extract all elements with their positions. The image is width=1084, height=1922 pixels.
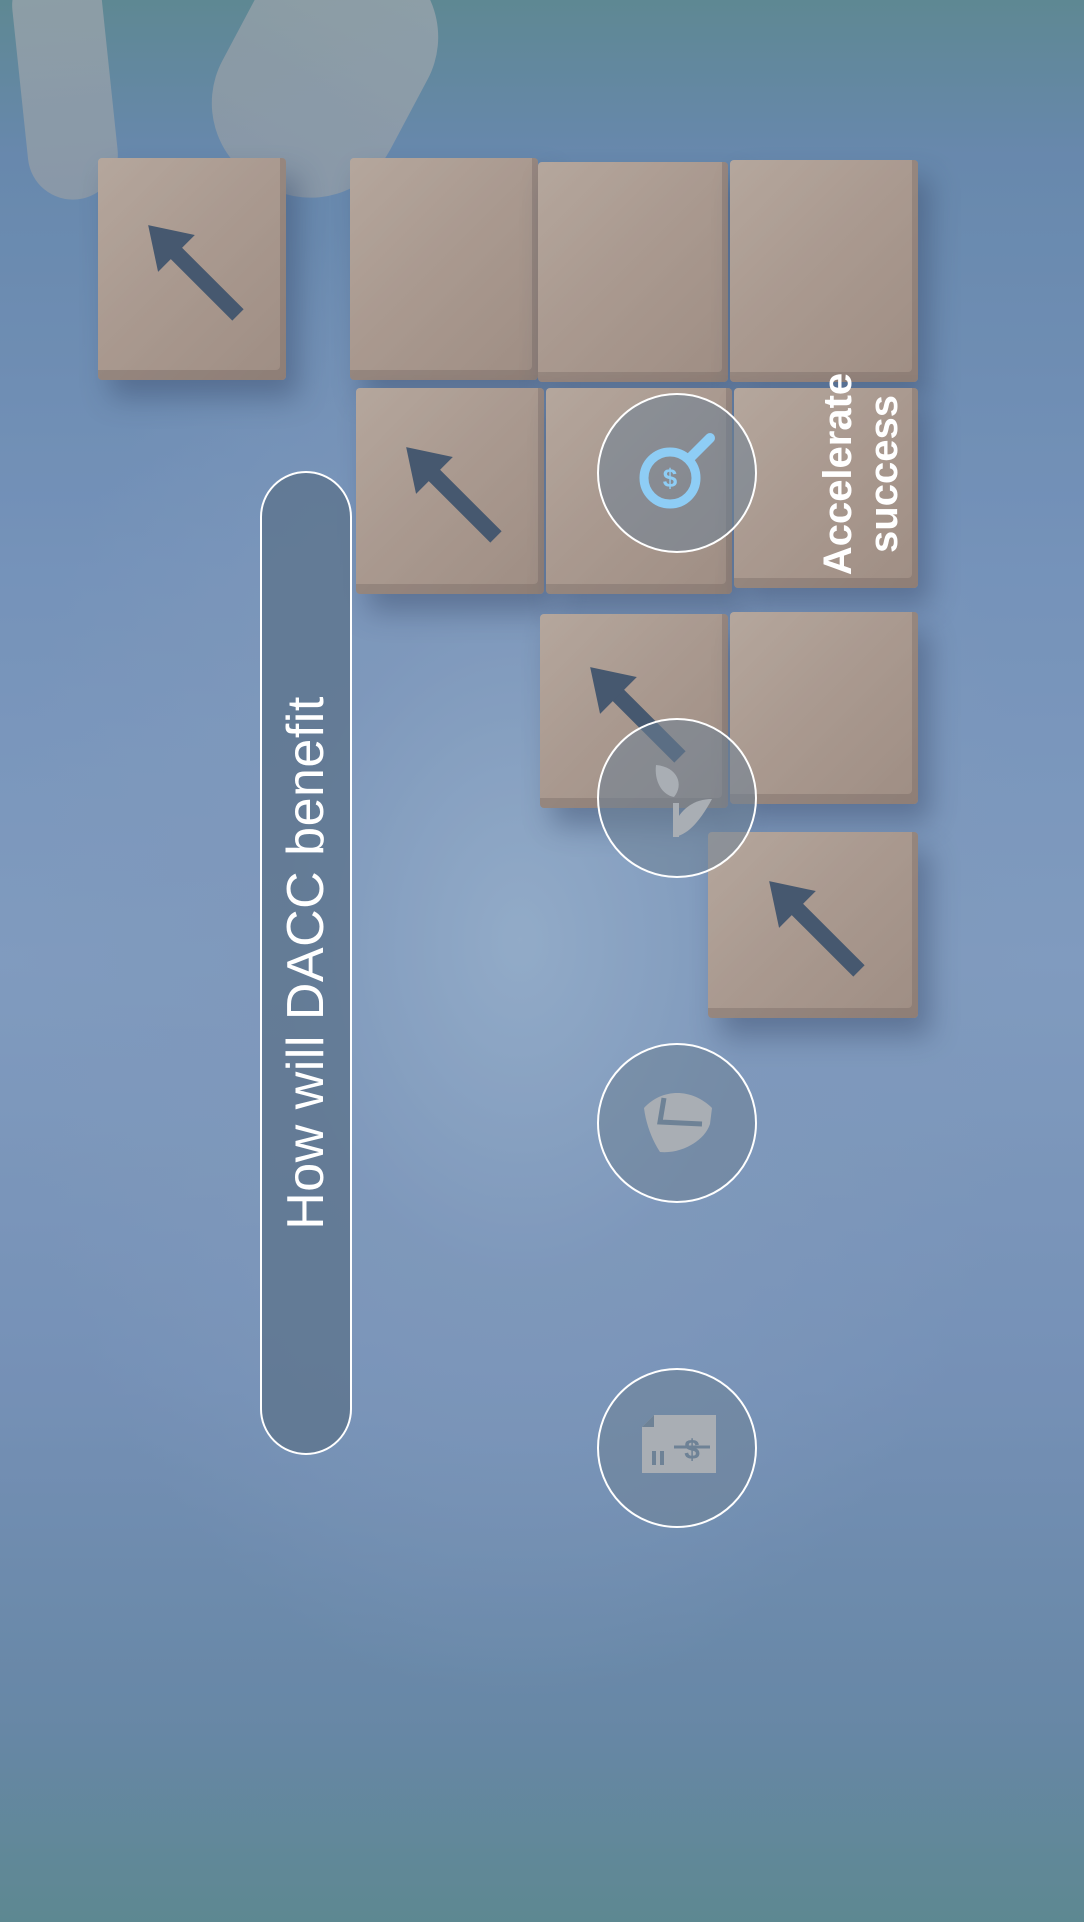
svg-text:$: $ bbox=[684, 1434, 700, 1465]
shield-icon bbox=[644, 1093, 712, 1153]
slide: How will DACC benefit $ $ Accelerate suc… bbox=[0, 0, 1084, 1922]
arrow-icon bbox=[406, 447, 502, 543]
question-text: How will DACC benefit bbox=[277, 696, 335, 1230]
background-photo bbox=[0, 0, 1084, 1922]
wooden-block bbox=[708, 832, 918, 1018]
wooden-block bbox=[730, 612, 918, 804]
benefit-circle-accelerate[interactable]: $ bbox=[597, 393, 757, 553]
leaf-sprout-icon bbox=[655, 765, 712, 837]
arrow-icon bbox=[148, 225, 244, 321]
arrow-icon bbox=[769, 881, 865, 977]
wooden-block bbox=[98, 158, 286, 380]
wooden-block bbox=[356, 388, 544, 594]
benefit-label-text: Accelerate success bbox=[815, 373, 907, 575]
question-pill: How will DACC benefit bbox=[260, 471, 352, 1455]
wooden-block bbox=[538, 162, 728, 382]
svg-text:$: $ bbox=[663, 463, 678, 493]
benefit-circle-cost[interactable]: $ bbox=[597, 1368, 757, 1528]
invoice-dollar-icon: $ bbox=[642, 1415, 716, 1473]
benefit-circle-growth[interactable] bbox=[597, 718, 757, 878]
wooden-block bbox=[730, 160, 918, 382]
benefit-circle-protection[interactable] bbox=[597, 1043, 757, 1203]
wooden-block bbox=[350, 158, 538, 380]
benefit-label-line-2: success bbox=[862, 395, 906, 553]
benefit-label: Accelerate success bbox=[815, 366, 907, 582]
dollar-magnifier-icon: $ bbox=[639, 433, 715, 509]
benefit-label-line-1: Accelerate bbox=[816, 372, 860, 576]
